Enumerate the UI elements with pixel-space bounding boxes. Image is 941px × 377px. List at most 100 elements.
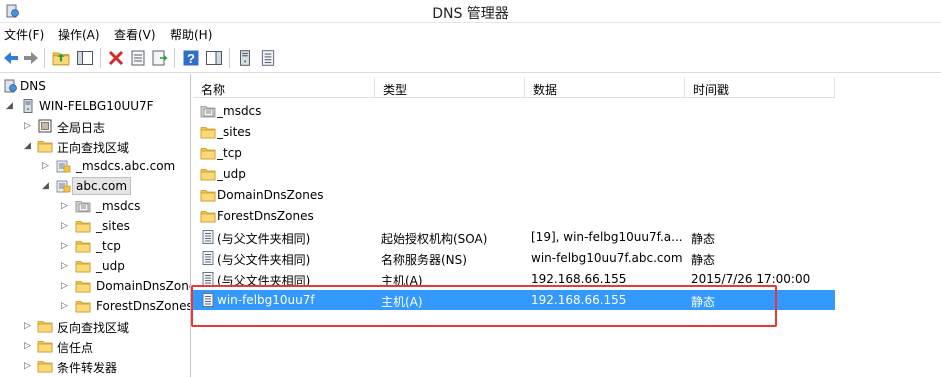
column-header-name[interactable]: 名称 [193, 78, 375, 98]
expander-icon[interactable]: ▷ [61, 260, 71, 272]
export-list-icon[interactable] [151, 49, 169, 67]
folder-icon [37, 318, 53, 334]
menu-bar: 文件(F) 操作(A) 查看(V) 帮助(H) [0, 23, 941, 43]
server-icon [20, 98, 36, 114]
expander-icon[interactable]: ◢ [6, 100, 16, 112]
table-row[interactable]: ForestDnsZones [193, 206, 835, 226]
show-console-tree-icon[interactable] [76, 49, 94, 67]
zone-icon [55, 178, 71, 194]
menu-action[interactable]: 操作(A) [58, 26, 100, 43]
column-header-timestamp[interactable]: 时间戳 [685, 78, 835, 98]
expander-icon[interactable]: ◢ [24, 140, 34, 152]
folder-icon [200, 145, 216, 161]
table-row[interactable]: _tcp [193, 143, 835, 163]
cell-data: win-felbg10uu7f.abc.com. [531, 251, 683, 265]
table-row[interactable]: (与父文件夹相同) 名称服务器(NS) win-felbg10uu7f.abc.co… [193, 248, 835, 268]
tree-node-label: 反向查找区域 [57, 321, 130, 335]
log-icon [37, 118, 53, 134]
toolbar-separator [44, 48, 45, 68]
folder-icon [75, 258, 91, 274]
dns-icon [2, 78, 18, 94]
tree-node-label: 全局日志 [57, 121, 106, 135]
tree-node-label: 条件转发器 [57, 361, 118, 375]
expander-icon[interactable]: ▷ [24, 360, 34, 372]
folder-icon [75, 278, 91, 294]
window-title: DNS 管理器 [432, 6, 509, 22]
menu-file[interactable]: 文件(F) [4, 26, 44, 43]
folder-icon [37, 138, 53, 154]
table-row[interactable]: (与父文件夹相同) 起始授权机构(SOA) [19], win-felbg10uu7… [193, 227, 835, 247]
table-row[interactable]: _sites [193, 122, 835, 142]
console-tree: DNS ◢ WIN-FELBG10UU7F ▷ 全局日志 ◢ 正向查找区域 ▷ … [0, 74, 191, 377]
cell-timestamp: 静态 [691, 253, 716, 267]
delegated-folder-icon [75, 198, 91, 214]
expander-icon[interactable]: ▷ [24, 120, 34, 132]
cell-name: ForestDnsZones [217, 209, 314, 223]
tree-node-label: _udp [96, 259, 125, 273]
toolbar: ? [0, 43, 941, 73]
tree-node-label: _msdcs [96, 199, 141, 213]
expander-icon[interactable]: ◢ [42, 180, 52, 192]
expander-icon[interactable]: ▷ [24, 320, 34, 332]
show-action-pane-icon[interactable] [205, 49, 223, 67]
cell-data: [19], win-felbg10uu7f.a... [531, 230, 683, 244]
expander-icon[interactable]: ▷ [61, 280, 71, 292]
tree-node-label: 正向查找区域 [57, 141, 130, 155]
zone-icon [55, 158, 71, 174]
table-row[interactable]: _msdcs [193, 101, 835, 121]
cell-name: (与父文件夹相同) [217, 253, 311, 267]
highlight-box [191, 285, 777, 327]
expander-icon[interactable]: ▷ [61, 240, 71, 252]
cell-name: _msdcs [217, 104, 262, 118]
folder-icon [37, 358, 53, 374]
folder-icon [75, 238, 91, 254]
cell-name: _sites [217, 125, 251, 139]
cell-type: 名称服务器(NS) [381, 253, 467, 267]
folder-icon [200, 187, 216, 203]
toolbar-separator [100, 48, 101, 68]
delete-icon[interactable] [107, 49, 125, 67]
column-header-type[interactable]: 类型 [375, 78, 525, 98]
expander-icon[interactable]: ▷ [24, 340, 34, 352]
folder-icon [75, 218, 91, 234]
record-icon [200, 229, 216, 245]
delegated-folder-icon [200, 103, 216, 119]
list-header: 名称 类型 数据 时间戳 [193, 78, 835, 98]
cell-type: 起始授权机构(SOA) [381, 232, 488, 246]
menu-view[interactable]: 查看(V) [114, 26, 156, 43]
cell-name: _tcp [217, 146, 242, 160]
tree-node-label: WIN-FELBG10UU7F [39, 99, 154, 113]
expander-icon[interactable]: ▷ [61, 200, 71, 212]
tree-node-label: DNS [20, 79, 46, 93]
record-list-icon[interactable] [259, 49, 277, 67]
up-folder-icon[interactable] [52, 49, 70, 67]
menu-help[interactable]: 帮助(H) [170, 26, 212, 43]
properties-icon[interactable] [129, 49, 147, 67]
tree-node-label: DomainDnsZones [96, 279, 190, 293]
table-row[interactable]: DomainDnsZones [193, 185, 835, 205]
expander-icon[interactable]: ▷ [61, 220, 71, 232]
cell-timestamp: 静态 [691, 232, 716, 246]
cell-name: (与父文件夹相同) [217, 232, 311, 246]
svg-text:?: ? [187, 51, 195, 66]
table-row[interactable]: _udp [193, 164, 835, 184]
tree-node-label: 信任点 [57, 341, 94, 355]
expander-icon[interactable]: ▷ [42, 160, 52, 172]
toolbar-separator [174, 48, 175, 68]
expander-icon[interactable]: ▷ [61, 300, 71, 312]
tree-node-label: _tcp [96, 239, 121, 253]
column-header-data[interactable]: 数据 [525, 78, 685, 98]
folder-icon [200, 124, 216, 140]
tree-node-label: _msdcs.abc.com [76, 159, 176, 173]
folder-icon [200, 166, 216, 182]
folder-icon [200, 208, 216, 224]
record-icon [200, 250, 216, 266]
server-icon[interactable] [236, 49, 254, 67]
forward-arrow-icon[interactable] [22, 49, 40, 67]
help-icon[interactable]: ? [182, 49, 200, 67]
record-list: 名称 类型 数据 时间戳 _msdcs _sites _tcp _udp DomainD… [193, 74, 941, 377]
cell-name: DomainDnsZones [217, 188, 324, 202]
back-arrow-icon[interactable] [2, 49, 20, 67]
cell-name: _udp [217, 167, 246, 181]
title-bar: DNS 管理器 [0, 0, 941, 23]
